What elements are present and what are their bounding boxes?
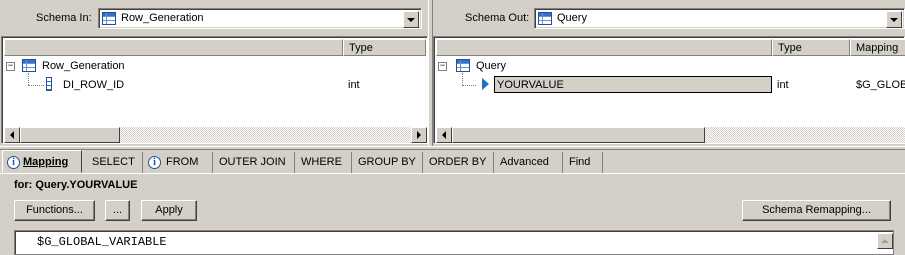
button-label: Functions...	[26, 204, 83, 216]
scroll-thumb[interactable]	[20, 127, 120, 143]
scroll-left-button[interactable]	[4, 127, 20, 143]
schema-out-value: Query	[557, 12, 587, 24]
collapse-icon[interactable]: −	[438, 62, 447, 71]
schema-out-pane: Schema Out: Query Type Mapping − Query Y…	[433, 0, 905, 146]
tab-group-by[interactable]: GROUP BY	[352, 152, 423, 173]
mapping-target-label: for: Query.YOURVALUE	[14, 179, 138, 191]
info-icon: i	[148, 156, 161, 169]
collapse-icon[interactable]: −	[6, 62, 15, 71]
schema-in-pane: Schema In: Row_Generation Type − Row_Gen…	[0, 0, 428, 146]
functions-button[interactable]: Functions...	[14, 200, 95, 221]
column-header-type[interactable]: Type	[343, 39, 426, 56]
selected-row-highlight[interactable]: YOURVALUE	[494, 76, 772, 93]
tab-find[interactable]: Find	[563, 152, 603, 173]
current-row-arrow-icon	[482, 78, 489, 90]
tab-mapping[interactable]: i Mapping	[2, 150, 82, 173]
tab-label: ORDER BY	[429, 156, 487, 168]
tab-label: WHERE	[301, 156, 342, 168]
ellipsis-button[interactable]: ...	[105, 200, 130, 221]
scroll-thumb[interactable]	[452, 127, 705, 143]
mapping-expression-editor[interactable]: $G_GLOBAL_VARIABLE	[14, 230, 894, 255]
tab-strip-baseline	[0, 173, 905, 174]
tab-advanced[interactable]: Advanced	[494, 152, 563, 173]
dropdown-arrow-icon[interactable]	[886, 11, 902, 28]
tree-root-query[interactable]: Query	[476, 60, 506, 72]
table-icon	[102, 12, 116, 25]
table-icon	[22, 59, 36, 72]
scroll-left-button[interactable]	[436, 127, 452, 143]
schema-in-tree[interactable]: Type − Row_Generation DI_ROW_ID int	[1, 36, 428, 144]
tab-label: OUTER JOIN	[219, 156, 286, 168]
schema-remapping-button[interactable]: Schema Remapping...	[742, 200, 891, 221]
schema-in-label: Schema In:	[36, 12, 92, 24]
tree-item-type: int	[777, 79, 789, 91]
horizontal-scrollbar[interactable]	[4, 127, 427, 143]
column-icon	[46, 77, 52, 91]
tab-select[interactable]: SELECT	[86, 152, 143, 173]
tree-line	[462, 85, 476, 86]
column-header-type[interactable]: Type	[772, 39, 850, 56]
tab-label: SELECT	[92, 156, 135, 168]
button-label: ...	[112, 204, 123, 216]
tree-item-yourvalue: YOURVALUE	[497, 79, 564, 91]
tab-label: Mapping	[23, 156, 69, 168]
tree-item-di-row-id[interactable]: DI_ROW_ID	[63, 79, 124, 91]
tab-where[interactable]: WHERE	[295, 152, 352, 173]
horizontal-splitter[interactable]	[0, 146, 905, 150]
tab-label: Advanced	[500, 156, 549, 168]
tab-order-by[interactable]: ORDER BY	[423, 152, 494, 173]
tree-line	[28, 73, 29, 85]
tree-line	[462, 73, 463, 85]
info-icon: i	[7, 156, 20, 169]
scroll-right-button[interactable]	[411, 127, 427, 143]
scroll-up-button[interactable]	[877, 233, 893, 249]
schema-out-tree[interactable]: Type Mapping − Query YOURVALUE int $G_GL…	[433, 36, 905, 144]
column-header-mapping[interactable]: Mapping	[850, 39, 905, 56]
tab-label: FROM	[166, 156, 199, 168]
tree-item-mapping: $G_GLOBA	[856, 79, 905, 91]
column-header-name[interactable]	[4, 39, 343, 56]
schema-in-dropdown[interactable]: Row_Generation	[98, 8, 422, 29]
tree-root-row-generation[interactable]: Row_Generation	[42, 60, 125, 72]
schema-in-value: Row_Generation	[121, 12, 204, 24]
dropdown-arrow-icon[interactable]	[403, 11, 419, 28]
button-label: Apply	[155, 204, 183, 216]
schema-out-dropdown[interactable]: Query	[534, 8, 905, 29]
tab-outer-join[interactable]: OUTER JOIN	[213, 152, 295, 173]
table-icon	[538, 12, 552, 25]
tree-item-type: int	[348, 79, 360, 91]
table-icon	[456, 59, 470, 72]
horizontal-scrollbar[interactable]	[436, 127, 905, 143]
column-header-name[interactable]	[436, 39, 772, 56]
tab-label: Find	[569, 156, 591, 168]
apply-button[interactable]: Apply	[141, 200, 197, 221]
tab-from[interactable]: i FROM	[143, 152, 213, 173]
schema-out-label: Schema Out:	[465, 12, 530, 24]
mapping-expression-text: $G_GLOBAL_VARIABLE	[37, 235, 167, 249]
tab-label: GROUP BY	[358, 156, 416, 168]
tree-line	[28, 85, 44, 86]
button-label: Schema Remapping...	[762, 204, 871, 216]
